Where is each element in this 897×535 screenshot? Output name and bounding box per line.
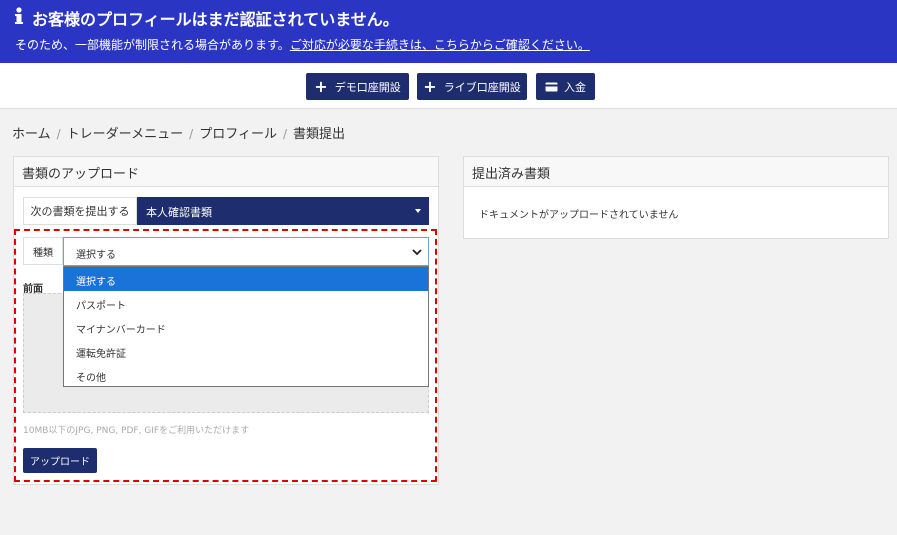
breadcrumb-current: 書類提出 xyxy=(293,127,346,142)
breadcrumb-trader-menu[interactable]: トレーダーメニュー xyxy=(67,127,183,142)
caret-down-icon xyxy=(415,209,421,213)
kind-option-passport[interactable]: パスポート xyxy=(64,291,428,315)
live-account-label: ライブ口座開設 xyxy=(443,80,521,94)
kind-option-other[interactable]: その他 xyxy=(64,363,428,387)
demo-account-button[interactable]: + デモ口座開設 xyxy=(306,73,409,100)
submitted-docs-title: 提出済み書類 xyxy=(464,157,888,187)
banner-subtext: そのため、一部機能が制限される場合があります。ご対応が必要な手続きは、こちらから… xyxy=(15,36,590,53)
banner-sub-text: そのため、一部機能が制限される場合があります。 xyxy=(15,38,290,52)
kind-dropdown-list: 選択する パスポート マイナンバーカード 運転免許証 その他 xyxy=(63,266,429,387)
deposit-button[interactable]: 入金 xyxy=(536,73,595,100)
no-documents-message: ドキュメントがアップロードされていません xyxy=(479,210,679,221)
breadcrumb-profile[interactable]: プロフィール xyxy=(199,127,277,142)
verification-banner: お客様のプロフィールはまだ認証されていません。 そのため、一部機能が制限される場… xyxy=(0,0,897,63)
plus-icon: + xyxy=(314,76,328,96)
banner-title: お客様のプロフィールはまだ認証されていません。 xyxy=(32,10,399,29)
plus-icon: + xyxy=(423,76,437,96)
live-account-button[interactable]: + ライブ口座開設 xyxy=(417,73,527,100)
submitted-docs-panel: 提出済み書類 xyxy=(463,156,889,239)
toolbar: + デモ口座開設 + ライブ口座開設 入金 xyxy=(0,63,897,109)
demo-account-label: デモ口座開設 xyxy=(334,80,401,94)
doc-type-value: 本人確認書類 xyxy=(146,206,212,219)
credit-card-icon xyxy=(545,82,558,91)
breadcrumb: ホーム / トレーダーメニュー / プロフィール / 書類提出 xyxy=(12,127,346,142)
kind-option-mynumber-card[interactable]: マイナンバーカード xyxy=(64,315,428,339)
breadcrumb-home[interactable]: ホーム xyxy=(12,127,51,142)
doc-type-label: 次の書類を提出する xyxy=(23,197,137,225)
kind-option-drivers-license[interactable]: 運転免許証 xyxy=(64,339,428,363)
upload-panel-title: 書類のアップロード xyxy=(14,157,438,187)
banner-link[interactable]: ご対応が必要な手続きは、こちらからご確認ください。 xyxy=(290,38,590,52)
deposit-label: 入金 xyxy=(564,80,586,94)
info-icon xyxy=(15,7,23,24)
kind-option-select[interactable]: 選択する xyxy=(64,267,428,291)
doc-type-select[interactable]: 本人確認書類 xyxy=(137,197,429,225)
